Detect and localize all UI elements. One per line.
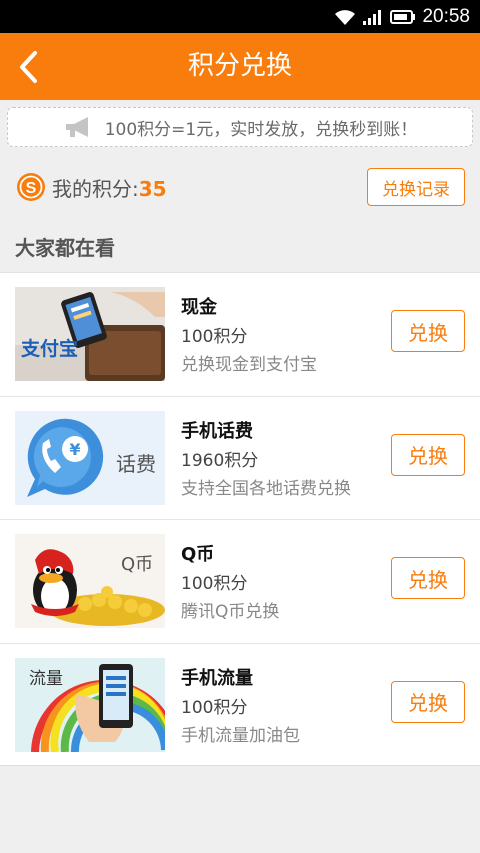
svg-text:¥: ¥ <box>69 440 80 459</box>
item-description: 手机流量加油包 <box>181 725 300 746</box>
my-points-label: 我的积分: <box>52 177 139 201</box>
megaphone-icon <box>65 117 88 137</box>
cash-thumb-label: 支付宝 <box>20 337 78 360</box>
exchange-button[interactable]: 兑换 <box>391 557 465 599</box>
item-name: 手机话费 <box>181 420 253 442</box>
item-description: 腾讯Q币兑换 <box>181 602 280 622</box>
data-plan-thumbnail: 流量 <box>15 657 165 752</box>
item-points: 100积分 <box>181 697 248 718</box>
item-description: 兑换现金到支付宝 <box>181 355 317 375</box>
my-points: 我的积分:35 <box>52 173 167 202</box>
clock: 20:58 <box>422 6 470 27</box>
coin-icon: S <box>17 173 45 201</box>
phone-credit-thumbnail: ¥ 话费 <box>15 410 165 505</box>
item-description: 支持全国各地话费兑换 <box>181 478 351 499</box>
my-points-value: 35 <box>138 177 167 201</box>
list-item-data-plan[interactable]: 流量 手机流量 100积分 手机流量加油包 兑换 <box>0 644 480 768</box>
battery-icon <box>390 10 416 24</box>
list-item-cash[interactable]: 支付宝 现金 100积分 兑换现金到支付宝 兑换 <box>0 273 480 397</box>
exchange-list: 支付宝 现金 100积分 兑换现金到支付宝 兑换 ¥ 话费 手机话费 1960积… <box>0 272 480 766</box>
wifi-icon <box>335 10 356 25</box>
my-points-row: S 我的积分:35 兑换记录 <box>0 160 480 214</box>
list-item-phone-credit[interactable]: ¥ 话费 手机话费 1960积分 支持全国各地话费兑换 兑换 <box>0 397 480 520</box>
exchange-record-button[interactable]: 兑换记录 <box>367 168 465 206</box>
data-plan-thumb-label: 流量 <box>29 669 63 689</box>
item-name: 手机流量 <box>181 667 253 689</box>
item-points: 100积分 <box>181 574 248 594</box>
page-title: 积分兑换 <box>187 51 292 81</box>
status-icons: 20:58 <box>334 4 470 30</box>
exchange-button[interactable]: 兑换 <box>391 680 465 723</box>
item-points: 100积分 <box>181 327 248 347</box>
qcoin-thumbnail: Q币 <box>15 534 165 628</box>
status-bar: 20:58 <box>0 0 480 33</box>
item-name: 现金 <box>181 297 217 318</box>
cash-thumbnail: 支付宝 <box>15 287 165 381</box>
exchange-button[interactable]: 兑换 <box>391 310 465 352</box>
item-points: 1960积分 <box>181 450 259 471</box>
exchange-button[interactable]: 兑换 <box>391 433 465 476</box>
phone-credit-thumb-label: 话费 <box>116 452 156 476</box>
notice-text: 100积分=1元，实时发放，兑换秒到账！ <box>104 119 418 140</box>
title-bar: 积分兑换 <box>0 33 480 100</box>
list-item-qcoin[interactable]: Q币 Q币 100积分 腾讯Q币兑换 兑换 <box>0 520 480 644</box>
svg-text:S: S <box>26 180 37 197</box>
signal-icon <box>363 10 382 25</box>
notice-banner: 100积分=1元，实时发放，兑换秒到账！ <box>7 107 473 147</box>
item-name: Q币 <box>181 544 215 565</box>
qcoin-thumb-label: Q币 <box>121 554 153 575</box>
section-title: 大家都在看 <box>15 236 115 260</box>
